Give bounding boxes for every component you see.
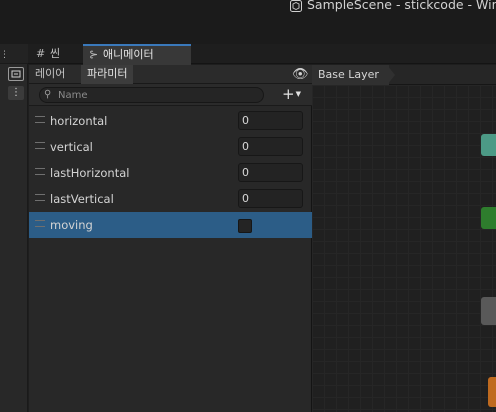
search-icon: ⚲ — [44, 89, 52, 100]
parameter-name: vertical — [50, 140, 93, 154]
parameter-row[interactable]: lastVertical 0 — [29, 186, 312, 212]
tab-animator-label: 애니메이터 — [103, 48, 154, 61]
parameter-value-field[interactable]: 0 — [238, 111, 303, 130]
parameter-bool-checkbox[interactable] — [238, 219, 252, 233]
drag-handle-icon[interactable] — [35, 168, 45, 175]
tab-layers[interactable]: 레이어 — [29, 65, 71, 84]
parameter-name: lastHorizontal — [50, 166, 130, 180]
grid-icon: # — [36, 47, 46, 60]
chevron-down-icon: ▼ — [295, 90, 301, 98]
parameter-value-field[interactable]: 0 — [238, 189, 303, 208]
add-parameter-button[interactable]: +▼ — [282, 87, 308, 103]
state-node-gray[interactable] — [481, 297, 496, 325]
parameter-row[interactable]: lastHorizontal 0 — [29, 160, 312, 186]
parameter-name: moving — [50, 218, 93, 232]
animator-subtabs — [29, 65, 312, 84]
add-parameter-label: + — [282, 85, 295, 103]
parameter-value-field[interactable]: 0 — [238, 137, 303, 156]
tab-scene-label: 씬 — [50, 47, 61, 60]
animator-graph-canvas[interactable] — [312, 85, 496, 412]
drag-handle-icon[interactable] — [35, 142, 45, 149]
parameter-search-input[interactable] — [58, 88, 258, 102]
tab-parameters[interactable]: 파라미터 — [81, 65, 134, 84]
parameter-name: horizontal — [50, 114, 108, 128]
inspector-lock-icon[interactable] — [8, 67, 24, 81]
breadcrumb-arrow — [387, 65, 395, 85]
tab-animator[interactable]: ⊱ 애니메이터 — [83, 44, 191, 65]
animator-icon: ⊱ — [89, 48, 99, 61]
state-node-green[interactable] — [481, 207, 496, 229]
drag-handle-icon[interactable] — [35, 220, 45, 227]
parameter-value-field[interactable]: 0 — [238, 163, 303, 182]
window-title: SampleScene - stickcode - Win — [307, 0, 496, 12]
state-node-orange[interactable] — [488, 377, 496, 407]
parameter-row-selected[interactable]: moving — [29, 212, 312, 238]
more-options-icon[interactable]: ⋮ — [8, 86, 24, 100]
state-node-entry[interactable] — [481, 134, 496, 156]
unity-logo-icon — [290, 0, 302, 12]
drag-handle-icon[interactable] — [35, 116, 45, 123]
eye-icon[interactable]: 👁 — [292, 68, 309, 82]
panel-menu-icon[interactable]: ⋮ — [0, 50, 9, 60]
parameter-row[interactable]: horizontal 0 — [29, 108, 312, 134]
breadcrumb[interactable]: Base Layer — [312, 65, 389, 85]
parameter-row[interactable]: vertical 0 — [29, 134, 312, 160]
drag-handle-icon[interactable] — [35, 194, 45, 201]
tab-scene[interactable]: # 씬 — [30, 44, 82, 65]
parameter-name: lastVertical — [50, 192, 114, 206]
